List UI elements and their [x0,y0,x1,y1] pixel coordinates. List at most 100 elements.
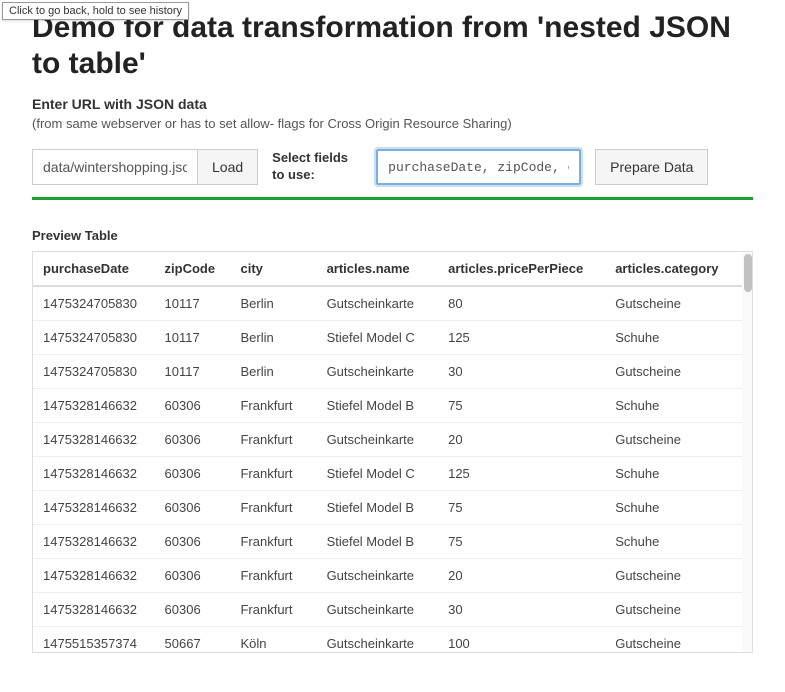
table-cell: 1475328146632 [33,559,155,593]
preview-table-label: Preview Table [32,228,753,243]
table-cell: 60306 [155,559,231,593]
select-fields-label: Select fields to use: [272,150,362,184]
table-cell: Gutscheine [605,627,742,653]
table-cell: Frankfurt [230,593,316,627]
table-cell: 1475324705830 [33,286,155,321]
table-cell: 20 [438,559,605,593]
table-cell: Gutscheinkarte [317,593,439,627]
main-container: Demo for data transformation from 'neste… [0,0,785,673]
url-input-group: Load [32,149,258,185]
table-row: 147532814663260306FrankfurtGutscheinkart… [33,559,742,593]
table-cell: 10117 [155,286,231,321]
table-cell: Frankfurt [230,423,316,457]
column-header[interactable]: articles.pricePerPiece [438,252,605,286]
table-row: 147532470583010117BerlinGutscheinkarte80… [33,286,742,321]
table-cell: 10117 [155,355,231,389]
table-cell: 75 [438,491,605,525]
scrollbar-track[interactable] [742,252,752,652]
table-cell: 60306 [155,457,231,491]
table-cell: 75 [438,525,605,559]
table-cell: 1475324705830 [33,321,155,355]
table-row: 147532814663260306FrankfurtGutscheinkart… [33,593,742,627]
table-cell: Frankfurt [230,491,316,525]
table-cell: 30 [438,593,605,627]
load-button[interactable]: Load [197,149,258,185]
table-cell: 1475324705830 [33,355,155,389]
table-cell: Stiefel Model B [317,525,439,559]
table-cell: 75 [438,389,605,423]
table-cell: 60306 [155,593,231,627]
table-cell: Frankfurt [230,525,316,559]
table-cell: 100 [438,627,605,653]
url-hint: (from same webserver or has to set allow… [32,116,753,131]
table-cell: 1475328146632 [33,525,155,559]
table-cell: Gutscheine [605,286,742,321]
table-cell: Stiefel Model C [317,457,439,491]
table-cell: 125 [438,321,605,355]
table-cell: Schuhe [605,321,742,355]
controls-row: Load Select fields to use: Prepare Data [32,149,753,200]
table-cell: 60306 [155,491,231,525]
table-cell: Schuhe [605,491,742,525]
table-cell: 20 [438,423,605,457]
table-cell: Gutscheinkarte [317,559,439,593]
table-cell: Berlin [230,355,316,389]
table-cell: 1475328146632 [33,457,155,491]
table-cell: 10117 [155,321,231,355]
table-cell: Stiefel Model C [317,321,439,355]
table-cell: 30 [438,355,605,389]
preview-table: purchaseDate zipCode city articles.name … [33,252,742,652]
column-header[interactable]: city [230,252,316,286]
table-cell: Frankfurt [230,389,316,423]
table-cell: 60306 [155,423,231,457]
url-input[interactable] [32,149,197,185]
column-header[interactable]: purchaseDate [33,252,155,286]
table-row: 147532470583010117BerlinStiefel Model C1… [33,321,742,355]
table-cell: Berlin [230,286,316,321]
table-cell: Frankfurt [230,457,316,491]
table-row: 147532814663260306FrankfurtStiefel Model… [33,491,742,525]
page-title: Demo for data transformation from 'neste… [32,10,753,82]
scrollbar-thumb[interactable] [744,254,752,292]
table-scroll[interactable]: purchaseDate zipCode city articles.name … [33,252,742,652]
table-cell: Gutscheine [605,593,742,627]
preview-table-wrapper: purchaseDate zipCode city articles.name … [32,251,753,653]
table-cell: 1475328146632 [33,423,155,457]
column-header[interactable]: zipCode [155,252,231,286]
table-cell: Gutscheinkarte [317,423,439,457]
table-cell: Schuhe [605,457,742,491]
table-cell: Stiefel Model B [317,389,439,423]
table-cell: 125 [438,457,605,491]
table-row: 147532814663260306FrankfurtStiefel Model… [33,389,742,423]
table-cell: Gutscheinkarte [317,627,439,653]
table-cell: 1475515357374 [33,627,155,653]
table-cell: 1475328146632 [33,491,155,525]
table-cell: Gutscheinkarte [317,355,439,389]
table-cell: Köln [230,627,316,653]
browser-back-tooltip: Click to go back, hold to see history [2,2,189,20]
table-cell: Stiefel Model B [317,491,439,525]
table-row: 147532814663260306FrankfurtGutscheinkart… [33,423,742,457]
table-cell: Gutscheine [605,423,742,457]
column-header[interactable]: articles.category [605,252,742,286]
table-cell: Gutscheine [605,355,742,389]
prepare-data-button[interactable]: Prepare Data [595,149,708,185]
table-row: 147532470583010117BerlinGutscheinkarte30… [33,355,742,389]
column-header[interactable]: articles.name [317,252,439,286]
table-cell: Schuhe [605,389,742,423]
select-fields-input[interactable] [376,149,581,185]
table-cell: Berlin [230,321,316,355]
table-row: 147532814663260306FrankfurtStiefel Model… [33,525,742,559]
table-row: 147532814663260306FrankfurtStiefel Model… [33,457,742,491]
table-cell: Gutscheine [605,559,742,593]
table-cell: Frankfurt [230,559,316,593]
table-cell: 1475328146632 [33,593,155,627]
table-cell: 50667 [155,627,231,653]
table-header-row: purchaseDate zipCode city articles.name … [33,252,742,286]
table-cell: Schuhe [605,525,742,559]
table-cell: 60306 [155,525,231,559]
table-cell: 60306 [155,389,231,423]
table-cell: 80 [438,286,605,321]
table-row: 147551535737450667KölnGutscheinkarte100G… [33,627,742,653]
table-cell: 1475328146632 [33,389,155,423]
